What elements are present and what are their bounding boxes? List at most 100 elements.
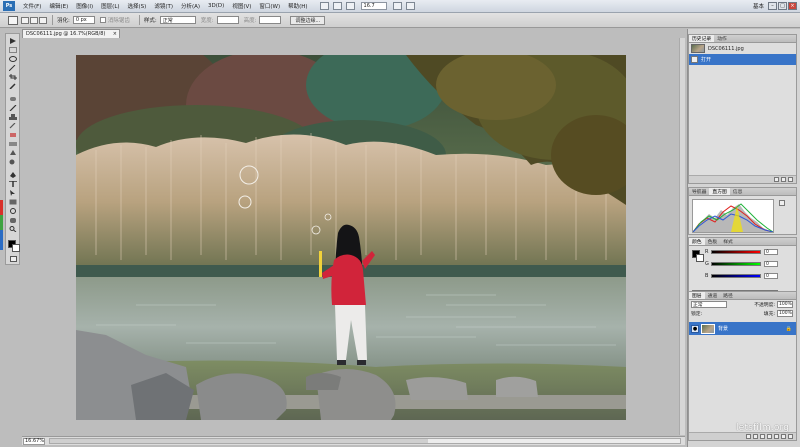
lasso-tool-icon[interactable] <box>9 56 17 62</box>
eraser-tool-icon[interactable] <box>9 132 17 138</box>
tab-navigator[interactable]: 导航器 <box>689 188 709 195</box>
tool-preset-picker-icon[interactable] <box>8 15 18 25</box>
antialias-checkbox[interactable] <box>99 17 106 23</box>
menu-layer[interactable]: 图层(L) <box>97 2 123 10</box>
arrange-documents-icon[interactable] <box>392 2 402 10</box>
add-to-selection-icon[interactable] <box>30 16 38 24</box>
hand-tool-icon[interactable] <box>9 217 17 223</box>
history-state[interactable]: 打开 <box>689 54 796 65</box>
menu-filter[interactable]: 滤镜(T) <box>150 2 177 10</box>
menu-image[interactable]: 图像(I) <box>72 2 97 10</box>
subtract-selection-icon[interactable] <box>39 16 47 24</box>
red-value-input[interactable]: 0 <box>764 249 778 255</box>
camera-snapshot-icon[interactable] <box>781 177 786 182</box>
canvas-area[interactable] <box>22 38 685 435</box>
menu-window[interactable]: 窗口(W) <box>255 2 284 10</box>
tab-color[interactable]: 颜色 <box>689 238 705 245</box>
link-layers-icon[interactable] <box>746 434 751 439</box>
blend-mode-select[interactable]: 正常 <box>691 301 727 308</box>
launch-bridge-icon[interactable] <box>319 2 329 10</box>
refine-edge-button[interactable]: 调整边缘... <box>290 15 326 25</box>
pen-tool-icon[interactable] <box>9 172 17 178</box>
document-close-icon[interactable]: × <box>113 31 117 37</box>
tab-paths[interactable]: 路径 <box>720 292 736 299</box>
height-input[interactable] <box>259 16 282 24</box>
menu-view[interactable]: 视图(V) <box>228 2 255 10</box>
blue-slider[interactable] <box>711 274 761 278</box>
refresh-icon[interactable] <box>779 200 785 206</box>
layers-panel-tabs: 图层 通道 路径 <box>689 292 796 300</box>
marquee-tool-icon[interactable] <box>9 47 17 53</box>
minimize-button[interactable]: – <box>768 2 777 10</box>
clone-stamp-tool-icon[interactable] <box>9 114 17 120</box>
crop-tool-icon[interactable] <box>9 74 17 80</box>
healing-brush-tool-icon[interactable] <box>9 96 17 102</box>
scrollbar-thumb[interactable] <box>50 439 428 443</box>
new-selection-icon[interactable] <box>21 16 29 24</box>
menu-file[interactable]: 文件(F) <box>19 2 45 10</box>
blue-value-input[interactable]: 0 <box>764 273 778 279</box>
menu-select[interactable]: 选择(S) <box>124 2 151 10</box>
green-value-input[interactable]: 0 <box>764 261 778 267</box>
adjustment-layer-icon[interactable] <box>767 434 772 439</box>
gradient-tool-icon[interactable] <box>9 141 17 147</box>
eye-visibility-icon[interactable]: ● <box>691 324 699 333</box>
quick-mask-icon[interactable] <box>10 256 17 262</box>
new-layer-icon[interactable] <box>781 434 786 439</box>
color-background-swatch[interactable] <box>696 254 704 262</box>
close-button[interactable]: × <box>788 2 797 10</box>
zoom-level-field[interactable]: 16.7 <box>360 2 387 10</box>
move-tool-icon[interactable] <box>9 38 17 44</box>
fill-input[interactable]: 100% <box>777 310 793 317</box>
restore-button[interactable]: □ <box>778 2 787 10</box>
tab-actions[interactable]: 动作 <box>714 35 730 42</box>
opacity-input[interactable]: 100% <box>777 301 793 308</box>
layer-style-icon[interactable] <box>753 434 758 439</box>
photo-image <box>76 55 626 420</box>
history-snapshot[interactable]: DSC06111.jpg <box>689 43 796 54</box>
magic-wand-tool-icon[interactable] <box>9 65 17 71</box>
layer-row-background[interactable]: ● 背景 🔒 <box>689 322 796 335</box>
hand-tool-icon[interactable] <box>332 2 342 10</box>
tab-channels[interactable]: 通道 <box>705 292 721 299</box>
canvas-horizontal-scrollbar[interactable] <box>49 438 681 444</box>
group-folder-icon[interactable] <box>774 434 779 439</box>
tab-info[interactable]: 信息 <box>730 188 746 195</box>
history-brush-tool-icon[interactable] <box>9 123 17 129</box>
new-document-icon[interactable] <box>774 177 779 182</box>
rectangle-tool-icon[interactable] <box>9 199 17 205</box>
blur-tool-icon[interactable] <box>9 150 17 156</box>
tab-swatches[interactable]: 色板 <box>705 238 721 245</box>
menu-edit[interactable]: 编辑(E) <box>45 2 72 10</box>
history-state-icon <box>691 56 698 63</box>
tab-history[interactable]: 历史记录 <box>689 35 715 42</box>
feather-input[interactable]: 0 px <box>72 16 95 24</box>
zoom-tool-icon[interactable] <box>345 2 355 10</box>
style-select[interactable]: 正常 <box>159 16 196 24</box>
document-tab[interactable]: DSC06111.jpg @ 16.7%(RGB/8) × <box>22 29 120 38</box>
tab-histogram[interactable]: 直方图 <box>709 188 730 195</box>
brush-tool-icon[interactable] <box>9 105 17 111</box>
menu-help[interactable]: 帮助(H) <box>284 2 311 10</box>
zoom-tool-icon[interactable] <box>9 226 17 232</box>
workspace-switcher[interactable]: 基本 <box>753 2 764 10</box>
menu-3d[interactable]: 3D(D) <box>204 3 228 9</box>
path-selection-tool-icon[interactable] <box>9 190 17 196</box>
red-slider[interactable] <box>711 250 761 254</box>
zoom-readout-field[interactable]: 16.67% <box>23 437 45 445</box>
canvas-vertical-scrollbar[interactable] <box>679 38 685 435</box>
width-input[interactable] <box>216 16 239 24</box>
type-tool-icon[interactable] <box>9 181 17 187</box>
layer-mask-icon[interactable] <box>760 434 765 439</box>
tab-styles[interactable]: 样式 <box>720 238 736 245</box>
3d-rotate-tool-icon[interactable] <box>9 208 17 214</box>
screen-mode-icon[interactable] <box>405 2 415 10</box>
tab-layers[interactable]: 图层 <box>689 292 705 299</box>
background-color-swatch[interactable] <box>12 244 20 252</box>
delete-layer-icon[interactable] <box>788 434 793 439</box>
menu-analysis[interactable]: 分析(A) <box>177 2 204 10</box>
eyedropper-tool-icon[interactable] <box>9 83 17 89</box>
trash-icon[interactable] <box>788 177 793 182</box>
dodge-tool-icon[interactable] <box>9 159 17 165</box>
green-slider[interactable] <box>711 262 761 266</box>
